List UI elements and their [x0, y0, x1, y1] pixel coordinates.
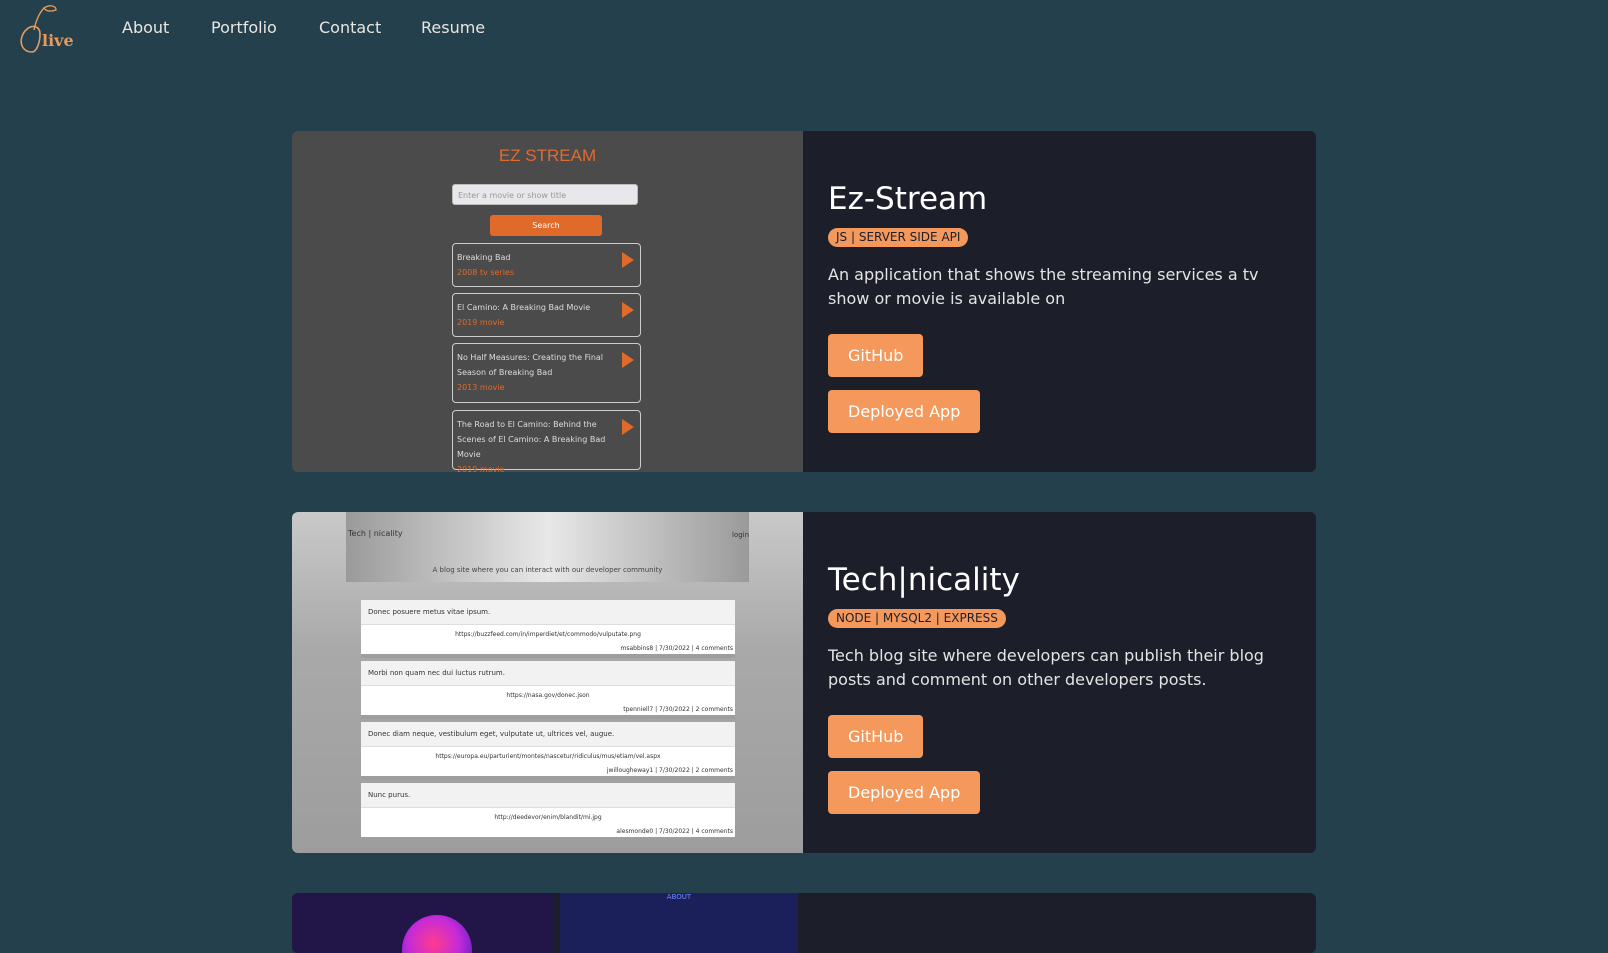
- project-description: An application that shows the streaming …: [828, 265, 1259, 308]
- project-screenshot: ABOUT: [292, 893, 803, 953]
- deployed-app-button[interactable]: Deployed App: [828, 771, 981, 814]
- preview-tagline: A blog site where you can interact with …: [432, 566, 663, 574]
- tech-tag-badge: NODE | MYSQL2 | EXPRESS: [828, 609, 1006, 628]
- preview-search-input: Enter a movie or show title: [452, 184, 638, 205]
- play-icon: [622, 352, 634, 368]
- preview-post-title: Donec posuere metus vitae ipsum.: [361, 600, 735, 625]
- play-icon: [622, 302, 634, 318]
- preview-result-item: El Camino: A Breaking Bad Movie 2019 mov…: [452, 293, 641, 337]
- preview-result-title: El Camino: A Breaking Bad Movie: [457, 303, 591, 312]
- github-button[interactable]: GitHub: [828, 334, 924, 377]
- project-screenshot: Tech | nicality login A blog site where …: [292, 512, 803, 853]
- preview-post-url: https://nasa.gov/donec.json: [506, 692, 590, 699]
- nav-resume-link[interactable]: Resume: [421, 18, 485, 37]
- project-title: Ez-Stream: [828, 181, 988, 217]
- preview-post-title: Nunc purus.: [361, 783, 735, 808]
- preview-search-button: Search: [490, 215, 602, 236]
- navbar: live About Portfolio Contact Resume: [0, 0, 1608, 60]
- project-screenshot: EZ STREAM Enter a movie or show title Se…: [292, 131, 803, 472]
- preview-post-url: http://deedevor/enim/blandit/mi.jpg: [494, 814, 602, 821]
- preview-post: Donec diam neque, vestibulum eget, vulpu…: [361, 722, 735, 780]
- preview-result-sub: 2008 tv series: [457, 268, 515, 277]
- preview-post-meta: alesmonde0 | 7/30/2022 | 4 comments: [616, 828, 733, 835]
- project-title: Tech|nicality: [828, 562, 1020, 598]
- play-icon: [622, 419, 634, 435]
- nav-portfolio-link[interactable]: Portfolio: [211, 18, 277, 37]
- project-card-ez-stream: EZ STREAM Enter a movie or show title Se…: [292, 131, 1316, 472]
- preview-post-meta: jwillougheway1 | 7/30/2022 | 2 comments: [606, 767, 733, 774]
- preview-post-title: Donec diam neque, vestibulum eget, vulpu…: [361, 722, 735, 747]
- preview-result-title: Breaking Bad: [457, 253, 511, 262]
- project-card-technicality: Tech | nicality login A blog site where …: [292, 512, 1316, 853]
- preview-post-meta: msabbins8 | 7/30/2022 | 4 comments: [620, 645, 733, 652]
- preview-post: Morbi non quam nec dui luctus rutrum. ht…: [361, 661, 735, 719]
- preview-post-url: https://buzzfeed.com/in/imperdiet/et/com…: [455, 631, 641, 638]
- github-button[interactable]: GitHub: [828, 715, 924, 758]
- preview-result-title: No Half Measures: Creating the Final Sea…: [457, 353, 604, 377]
- preview-result-title: The Road to El Camino: Behind the Scenes…: [457, 420, 606, 459]
- project-card-third: ABOUT: [292, 893, 1316, 953]
- preview-about-heading: ABOUT: [666, 893, 692, 901]
- preview-result-item: The Road to El Camino: Behind the Scenes…: [452, 410, 641, 472]
- preview-title: EZ STREAM: [498, 146, 597, 165]
- deployed-app-button[interactable]: Deployed App: [828, 390, 981, 433]
- preview-post: Nunc purus. http://deedevor/enim/blandit…: [361, 783, 735, 841]
- preview-post-url: https://europa.eu/parturient/montes/nasc…: [435, 753, 661, 760]
- preview-post-title: Morbi non quam nec dui luctus rutrum.: [361, 661, 735, 686]
- preview-result-sub: 2013 movie: [457, 383, 505, 392]
- nav-about-link[interactable]: About: [122, 18, 169, 37]
- preview-post-meta: tpenniell7 | 7/30/2022 | 2 comments: [623, 706, 733, 713]
- preview-login-link: login: [732, 531, 750, 539]
- preview-result-item: Breaking Bad 2008 tv series: [452, 243, 641, 287]
- olive-logo[interactable]: live: [14, 2, 74, 58]
- preview-brand: Tech | nicality: [348, 529, 403, 538]
- svg-text:live: live: [42, 31, 74, 50]
- preview-result-item: No Half Measures: Creating the Final Sea…: [452, 343, 641, 403]
- preview-result-sub: 2019 movie: [457, 318, 505, 327]
- preview-post: Donec posuere metus vitae ipsum. https:/…: [361, 600, 735, 658]
- nav-contact-link[interactable]: Contact: [319, 18, 381, 37]
- tech-tag-badge: JS | SERVER SIDE API: [828, 228, 969, 247]
- play-icon: [622, 252, 634, 268]
- preview-result-sub: 2019 movie: [457, 465, 505, 472]
- project-description: Tech blog site where developers can publ…: [828, 646, 1264, 689]
